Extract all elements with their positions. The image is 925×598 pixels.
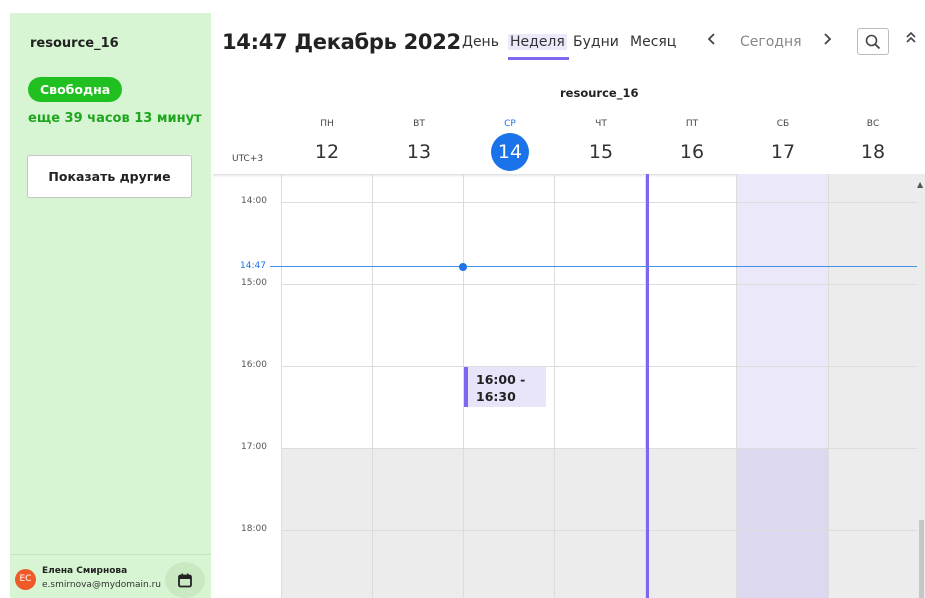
hour-line <box>281 284 917 285</box>
day-number-today[interactable]: 14 <box>464 133 556 171</box>
calendar-icon <box>178 573 192 587</box>
hour-line <box>281 202 917 203</box>
hour-line <box>281 366 917 367</box>
avatar: ЕС <box>15 569 36 590</box>
page-title: 14:47 Декабрь 2022 <box>222 30 461 54</box>
user-name: Елена Смирнова <box>42 566 128 576</box>
hour-label: 18:00 <box>241 524 267 534</box>
next-week-button[interactable] <box>822 31 832 51</box>
day-number-fri[interactable]: 16 <box>646 141 738 163</box>
day-number-mon[interactable]: 12 <box>281 141 373 163</box>
day-number-tue[interactable]: 13 <box>373 141 465 163</box>
current-time-line <box>270 266 917 267</box>
day-name-mon: ПН <box>320 119 334 129</box>
today-button[interactable]: Сегодня <box>740 34 802 50</box>
resource-name: resource_16 <box>30 36 119 51</box>
active-tab-indicator <box>508 57 569 60</box>
grid-vline <box>554 174 555 598</box>
collapse-header-button[interactable] <box>905 29 917 48</box>
grid-vline <box>828 174 829 598</box>
prev-week-button[interactable] <box>707 31 717 51</box>
day-name-sat: СБ <box>776 119 790 129</box>
status-remaining-time: еще 39 часов 13 минут <box>28 111 202 126</box>
double-chevron-up-icon <box>906 31 916 43</box>
day-name-fri: ПТ <box>685 119 699 129</box>
chevron-left-icon <box>707 33 715 45</box>
hour-label: 14:00 <box>241 196 267 206</box>
hour-line <box>281 448 917 449</box>
scrollbar-thumb[interactable] <box>919 520 924 598</box>
today-day-number: 14 <box>491 133 529 171</box>
tab-day[interactable]: День <box>462 34 499 50</box>
tab-week[interactable]: Неделя <box>508 34 567 50</box>
user-email: e.smirnova@mydomain.ru <box>42 580 162 590</box>
weekend-column <box>828 174 925 598</box>
hour-label: 15:00 <box>241 278 267 288</box>
tab-workdays[interactable]: Будни <box>573 34 619 50</box>
grid-vline <box>372 174 373 598</box>
resource-column-label: resource_16 <box>560 86 639 100</box>
calendar-event[interactable]: 16:00 - 16:30 <box>464 367 546 407</box>
current-time-dot <box>459 263 467 271</box>
day-number-thu[interactable]: 15 <box>555 141 647 163</box>
day-number-sat[interactable]: 17 <box>737 141 829 163</box>
hour-label: 17:00 <box>241 442 267 452</box>
user-panel: ЕС Елена Смирнова e.smirnova@mydomain.ru <box>10 554 211 598</box>
search-button[interactable] <box>857 28 889 55</box>
day-name-sun: ВС <box>866 119 880 129</box>
day-name-tue: ВТ <box>413 119 425 129</box>
search-icon <box>865 34 881 49</box>
tab-month[interactable]: Месяц <box>630 34 676 50</box>
hour-line <box>281 530 917 531</box>
offhours-area <box>281 448 736 598</box>
calendar-app: resource_16 Свободна еще 39 часов 13 мин… <box>0 0 925 598</box>
week-grid[interactable]: 14:00 15:00 16:00 17:00 18:00 14:47 16:0… <box>213 174 925 598</box>
selected-day-marker <box>646 174 649 598</box>
day-number-sun[interactable]: 18 <box>827 141 919 163</box>
calendar-button[interactable] <box>165 562 205 598</box>
day-name-thu: ЧТ <box>595 119 607 129</box>
selected-day-offhours <box>736 448 828 598</box>
grid-vline <box>281 174 282 598</box>
resource-sidebar: resource_16 Свободна еще 39 часов 13 мин… <box>10 13 211 598</box>
grid-vline <box>736 174 737 598</box>
day-name-wed: СР <box>504 119 516 129</box>
status-badge: Свободна <box>28 77 123 102</box>
show-others-button[interactable]: Показать другие <box>27 155 192 198</box>
hour-label: 16:00 <box>241 360 267 370</box>
timezone-label: UTC+3 <box>232 154 264 164</box>
chevron-right-icon <box>824 33 832 45</box>
scroll-up-icon[interactable]: ▲ <box>917 180 923 189</box>
current-time-label: 14:47 <box>240 261 266 271</box>
